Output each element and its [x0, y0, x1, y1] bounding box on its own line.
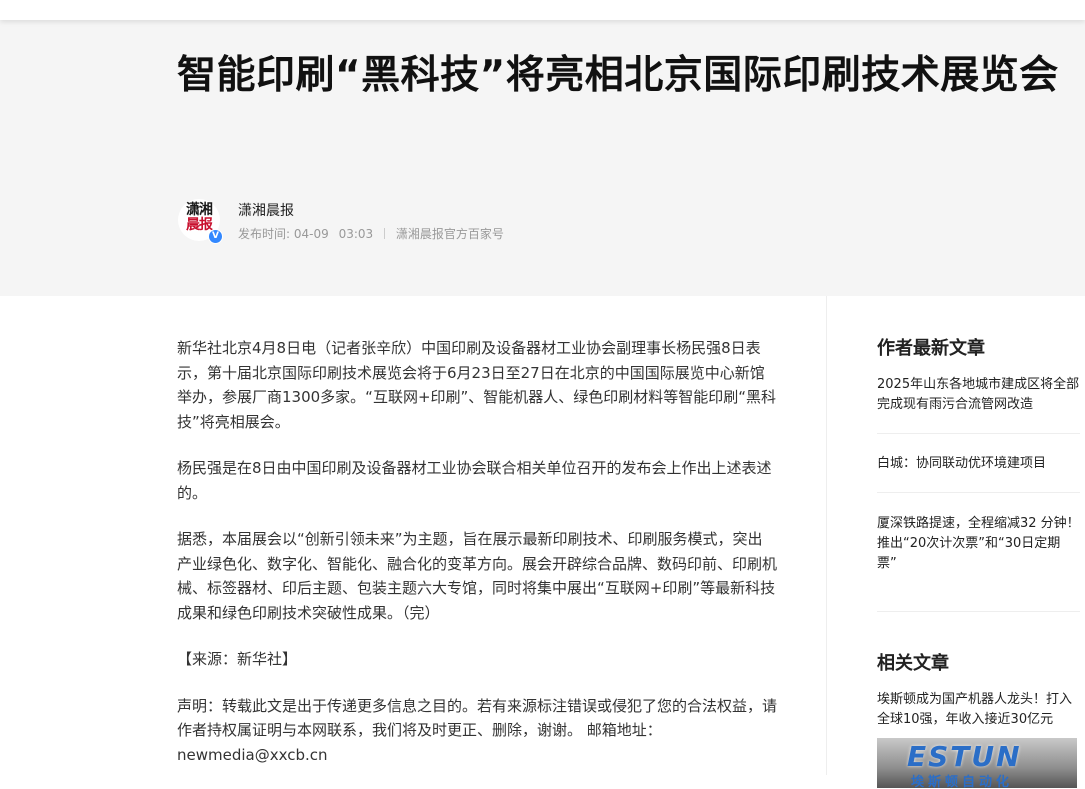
- source-account: 潇湘晨报官方百家号: [395, 227, 504, 241]
- publish-date: 04-09: [293, 227, 329, 241]
- related-article-thumbnail[interactable]: ESTUN 埃斯顿自动化: [877, 738, 1077, 788]
- meta-divider: [384, 228, 385, 239]
- sidebar-divider: [877, 492, 1080, 493]
- thumbnail-brand-sub: 埃斯顿自动化: [911, 775, 1014, 788]
- column-divider: [826, 296, 827, 775]
- latest-articles-heading: 作者最新文章: [877, 338, 985, 359]
- article-paragraph: 据悉，本届展会以“创新引领未来”为主题，旨在展示最新印刷技术、印刷服务模式，突出…: [177, 530, 778, 622]
- article-body: 新华社北京4月8日电（记者张辛欣）中国印刷及设备器材工业协会副理事长杨民强8日表…: [177, 336, 777, 789]
- article-meta: 发布时间: 04-09 03:03 潇湘晨报官方百家号: [238, 225, 504, 242]
- latest-article-link[interactable]: 2025年山东各地城市建成区将全部完成现有雨污合流管网改造: [877, 375, 1080, 415]
- publish-label: 发布时间:: [238, 227, 291, 241]
- latest-article-link[interactable]: 厦深铁路提速，全程缩减32 分钟！推出“20次计次票”和“30日定期票”: [877, 514, 1080, 574]
- article-disclaimer: 声明：转载此文是出于传递更多信息之目的。若有来源标注错误或侵犯了您的合法权益，请…: [177, 696, 778, 764]
- latest-article-link[interactable]: 白城：协同联动优环境建项目: [877, 454, 1080, 474]
- author-avatar[interactable]: 潇湘 晨报 V: [178, 199, 223, 244]
- verified-badge-icon: V: [208, 229, 223, 244]
- sidebar-divider: [877, 433, 1080, 434]
- publish-time: 03:03: [338, 227, 374, 241]
- top-navigation-bar: [0, 0, 1085, 20]
- related-articles-heading: 相关文章: [877, 653, 949, 674]
- related-article-link[interactable]: 埃斯顿成为国产机器人龙头！打入全球10强，年收入接近30亿元: [877, 690, 1080, 730]
- article-title: 智能印刷“黑科技”将亮相北京国际印刷技术展览会: [177, 53, 1059, 98]
- sidebar-divider: [877, 611, 1080, 612]
- thumbnail-brand: ESTUN: [907, 740, 1022, 773]
- article-paragraph: 新华社北京4月8日电（记者张辛欣）中国印刷及设备器材工业协会副理事长杨民强8日表…: [177, 339, 777, 431]
- article-paragraph: 杨民强是在8日由中国印刷及设备器材工业协会联合相关单位召开的发布会上作出上述表述…: [177, 459, 772, 502]
- article-source: 【来源：新华社】: [177, 650, 298, 668]
- author-name-link[interactable]: 潇湘晨报: [238, 200, 294, 220]
